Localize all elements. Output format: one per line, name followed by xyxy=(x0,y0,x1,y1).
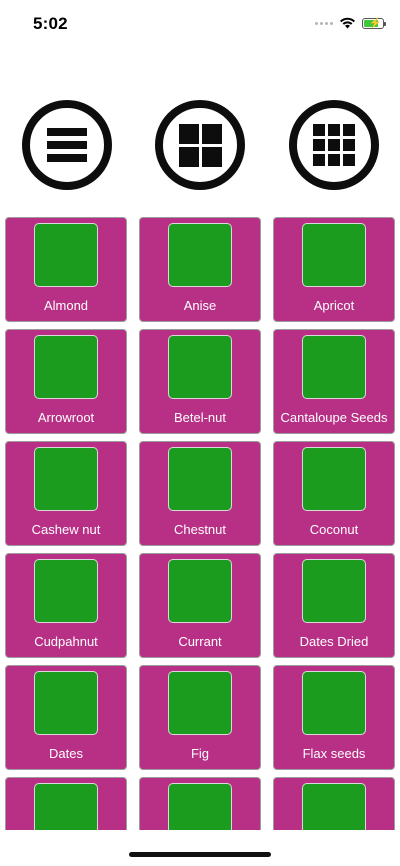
list-layout-button[interactable] xyxy=(22,100,112,190)
item-thumbnail xyxy=(168,335,232,399)
item-label: Flax seeds xyxy=(302,746,366,761)
item-thumbnail xyxy=(302,783,366,830)
battery-charging-icon: ⚡ xyxy=(362,17,386,29)
item-thumbnail xyxy=(168,223,232,287)
item-card[interactable]: Fig xyxy=(139,665,261,770)
app-screen: 5:02 ⚡ Almond Anise Apricot Arrowroot Be… xyxy=(0,0,400,866)
item-label: Cashew nut xyxy=(31,522,101,537)
layout-toggle-bar xyxy=(0,100,400,190)
item-card[interactable]: Anise xyxy=(139,217,261,322)
cellular-dots-icon xyxy=(315,21,333,25)
item-label: Chestnut xyxy=(173,522,227,537)
status-bar: 5:02 ⚡ xyxy=(0,0,400,48)
item-thumbnail xyxy=(34,447,98,511)
item-label: Fig xyxy=(190,746,210,761)
item-card[interactable]: Coconut xyxy=(273,441,395,546)
item-card[interactable]: Chestnut xyxy=(139,441,261,546)
item-label: Almond xyxy=(43,298,89,313)
item-collection[interactable]: Almond Anise Apricot Arrowroot Betel-nut… xyxy=(0,217,400,830)
item-label: Cantaloupe Seeds xyxy=(280,410,388,425)
item-thumbnail xyxy=(34,335,98,399)
list-icon xyxy=(47,128,87,162)
item-label: Anise xyxy=(183,298,217,313)
item-thumbnail xyxy=(34,223,98,287)
item-label: Dates Dried xyxy=(299,634,369,649)
item-label: Apricot xyxy=(313,298,355,313)
home-indicator[interactable] xyxy=(129,852,271,857)
item-thumbnail xyxy=(302,559,366,623)
item-card[interactable]: Cashew nut xyxy=(5,441,127,546)
item-card[interactable]: Betel-nut xyxy=(139,329,261,434)
item-card[interactable]: Dates xyxy=(5,665,127,770)
three-column-layout-button[interactable] xyxy=(289,100,379,190)
wifi-icon xyxy=(340,17,355,29)
item-label: Cudpahnut xyxy=(34,634,98,649)
item-thumbnail xyxy=(302,335,366,399)
item-card[interactable]: Apricot xyxy=(273,217,395,322)
item-card[interactable]: Flax seeds xyxy=(273,665,395,770)
item-thumbnail xyxy=(168,671,232,735)
item-card[interactable]: Currant xyxy=(139,553,261,658)
item-card[interactable]: Dates Dried xyxy=(273,553,395,658)
item-card[interactable]: Arrowroot xyxy=(5,329,127,434)
item-card[interactable] xyxy=(273,777,395,830)
item-label: Dates xyxy=(49,746,83,761)
item-thumbnail xyxy=(302,447,366,511)
item-thumbnail xyxy=(168,447,232,511)
item-label: Arrowroot xyxy=(37,410,95,425)
grid-2x2-icon xyxy=(178,123,222,167)
item-thumbnail xyxy=(34,671,98,735)
item-thumbnail xyxy=(168,783,232,830)
item-thumbnail xyxy=(302,671,366,735)
item-card[interactable]: Cantaloupe Seeds xyxy=(273,329,395,434)
item-card[interactable]: Cudpahnut xyxy=(5,553,127,658)
status-time: 5:02 xyxy=(33,14,68,33)
item-card[interactable] xyxy=(139,777,261,830)
item-card[interactable]: Almond xyxy=(5,217,127,322)
two-column-layout-button[interactable] xyxy=(155,100,245,190)
item-grid: Almond Anise Apricot Arrowroot Betel-nut… xyxy=(0,217,400,830)
item-label: Coconut xyxy=(309,522,359,537)
item-label: Betel-nut xyxy=(173,410,227,425)
item-card[interactable] xyxy=(5,777,127,830)
grid-3x3-icon xyxy=(313,124,355,166)
item-label: Currant xyxy=(178,634,222,649)
item-thumbnail xyxy=(302,223,366,287)
item-thumbnail xyxy=(168,559,232,623)
status-icons: ⚡ xyxy=(315,17,386,29)
item-thumbnail xyxy=(34,559,98,623)
item-thumbnail xyxy=(34,783,98,830)
